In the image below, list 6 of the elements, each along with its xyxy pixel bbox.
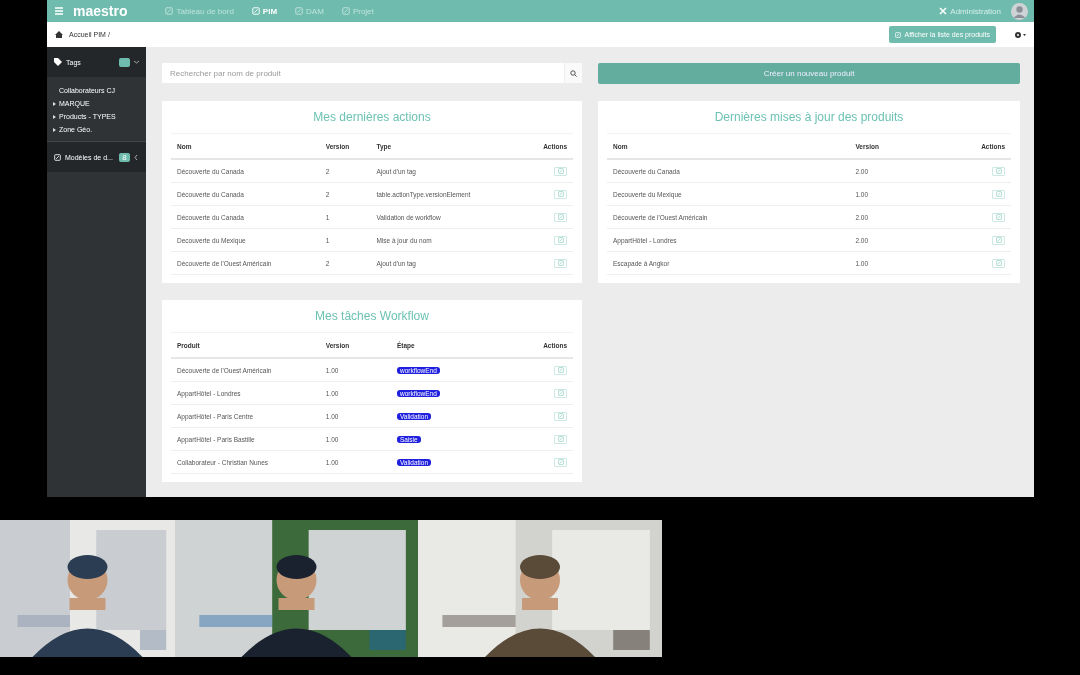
panel-title: Mes dernières actions [312,109,432,126]
logo: maestro [73,3,128,19]
panel-title: Mes tâches Workflow [314,308,430,325]
panel-title: Dernières mises à jour des produits [713,109,905,126]
count-badge: 8 [118,152,130,162]
search-field[interactable]: Rechercher par nom de produit [162,63,564,83]
